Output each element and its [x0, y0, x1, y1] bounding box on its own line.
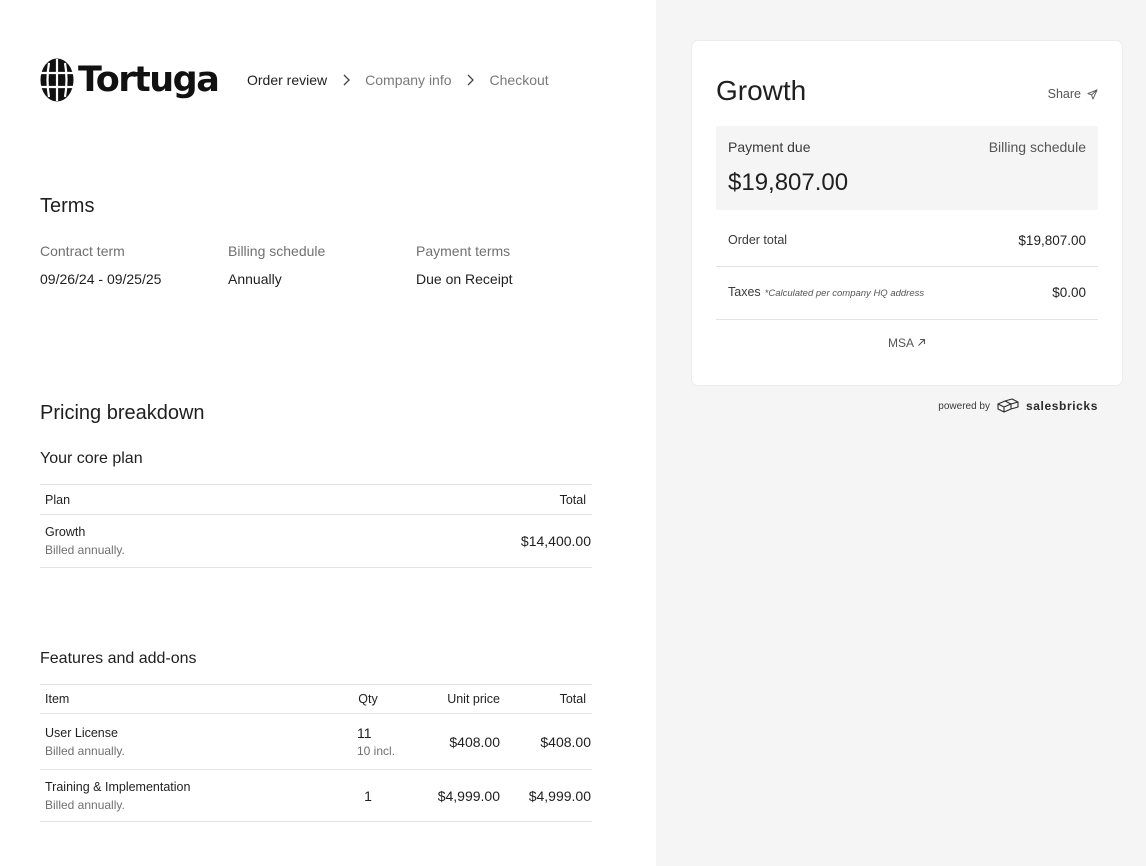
total-column-header: Total: [559, 492, 586, 507]
order-summary-card: Growth Share Payment due Billing schedul…: [692, 41, 1122, 385]
pricing-breakdown-title: Pricing breakdown: [40, 402, 205, 424]
taxes-label: Taxes: [728, 285, 761, 299]
arrow-up-right-icon: [918, 338, 926, 346]
share-label: Share: [1047, 87, 1081, 101]
order-total-label: Order total: [728, 233, 788, 247]
addons-table: Item Qty Unit price Total User License B…: [40, 684, 592, 822]
item-column-header: Item: [45, 692, 70, 706]
contract-term-value: 09/26/24 - 09/25/25: [40, 271, 162, 287]
table-row: Training & Implementation Billed annuall…: [40, 770, 592, 822]
step-company-info[interactable]: Company info: [365, 72, 451, 88]
divider: [716, 319, 1098, 320]
item-name: User License: [45, 725, 118, 740]
billing-schedule-value: Annually: [228, 271, 282, 287]
salesbricks-logo-icon: [997, 398, 1019, 413]
item-qty: 1: [364, 787, 372, 804]
core-plan-title: Your core plan: [40, 450, 143, 467]
table-row: Growth Billed annually. $14,400.00: [40, 515, 592, 568]
share-button[interactable]: Share: [1048, 87, 1098, 101]
payment-due-amount: $19,807.00: [728, 169, 849, 196]
core-plan-table: Plan Total Growth Billed annually. $14,4…: [40, 484, 592, 568]
plan-title: Growth: [716, 75, 807, 106]
billing-schedule-label: Billing schedule: [228, 243, 326, 259]
total-column-header: Total: [559, 692, 586, 706]
table-header: Plan Total: [40, 485, 592, 515]
payment-due-box: Payment due Billing schedule $19,807.00: [716, 126, 1098, 210]
plan-name: Growth: [45, 525, 86, 539]
item-name: Training & Implementation: [45, 779, 191, 794]
taxes-note: *Calculated per company HQ address: [764, 288, 925, 299]
order-total-value: $19,807.00: [1018, 232, 1086, 248]
brand-name: Tortuga: [78, 60, 220, 100]
plan-column-header: Plan: [45, 492, 71, 507]
chevron-right-icon: [452, 74, 490, 86]
item-billing-note: Billed annually.: [45, 743, 125, 758]
qty-column-header: Qty: [358, 692, 378, 706]
item-unit-price: $4,999.00: [437, 787, 500, 804]
contract-term-label: Contract term: [40, 243, 125, 259]
company-logo: Tortuga: [40, 57, 220, 103]
billing-schedule-link[interactable]: Billing schedule: [989, 139, 1086, 155]
payment-terms-value: Due on Receipt: [416, 271, 513, 287]
chevron-right-icon: [327, 74, 365, 86]
taxes-row: Taxes *Calculated per company HQ address …: [716, 279, 1098, 305]
payment-terms-label: Payment terms: [416, 243, 511, 259]
checkout-steps: Order review Company info Checkout: [247, 72, 549, 88]
send-icon: [1087, 88, 1098, 100]
terms-title: Terms: [40, 195, 95, 217]
tortuga-logo-icon: [40, 58, 74, 102]
unit-price-column-header: Unit price: [447, 692, 500, 706]
payment-due-label: Payment due: [728, 139, 811, 155]
item-total: $4,999.00: [528, 787, 591, 804]
item-total: $408.00: [540, 733, 591, 750]
step-checkout[interactable]: Checkout: [490, 72, 549, 88]
item-unit-price: $408.00: [449, 733, 500, 750]
msa-link[interactable]: MSA: [692, 336, 1122, 350]
order-total-row: Order total $19,807.00: [716, 227, 1098, 253]
item-billing-note: Billed annually.: [45, 797, 125, 812]
item-qty: 11: [357, 725, 372, 741]
plan-billing-note: Billed annually.: [45, 543, 125, 557]
addons-title: Features and add-ons: [40, 650, 197, 667]
table-header: Item Qty Unit price Total: [40, 685, 592, 714]
salesbricks-brand: salesbricks: [1026, 399, 1098, 413]
step-order-review[interactable]: Order review: [247, 72, 327, 88]
order-panel: Tortuga Order review Company info Checko…: [0, 0, 656, 866]
divider: [716, 266, 1098, 267]
powered-by-badge[interactable]: powered by salesbricks: [938, 398, 1098, 414]
taxes-value: $0.00: [1052, 284, 1086, 300]
msa-label: MSA: [887, 336, 914, 350]
plan-total: $14,400.00: [520, 533, 591, 549]
item-qty-included: 10 incl.: [357, 744, 396, 758]
table-row: User License Billed annually. 11 10 incl…: [40, 714, 592, 770]
powered-by-label: powered by: [938, 400, 990, 412]
